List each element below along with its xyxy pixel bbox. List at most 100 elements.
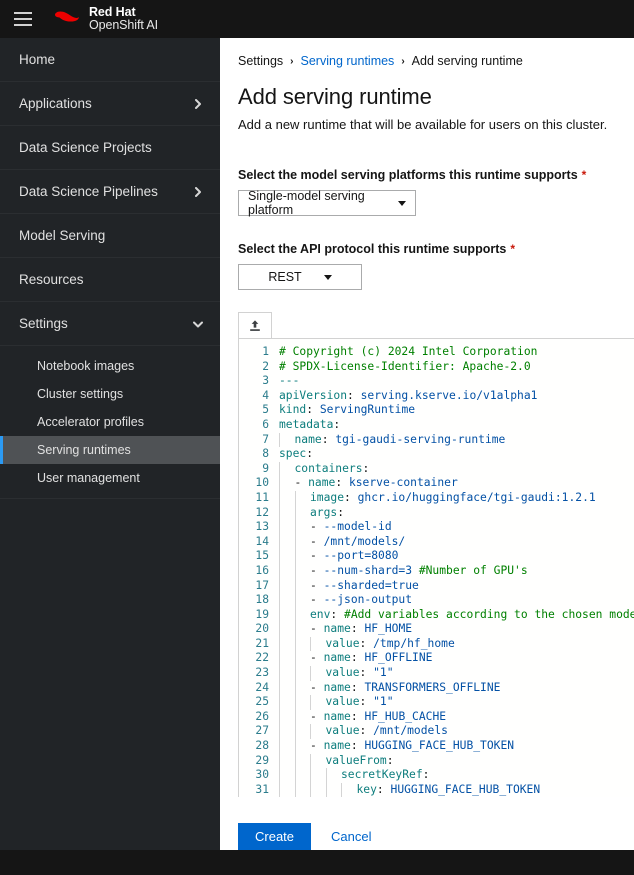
indent-guides [279,535,310,550]
code-text: # Copyright (c) 2024 Intel Corporation [279,345,634,360]
line-number: 3 [239,374,279,389]
sidebar-item-notebook-images[interactable]: Notebook images [0,352,220,380]
create-button[interactable]: Create [238,823,311,850]
indent-guides [279,710,310,725]
page-subtitle: Add a new runtime that will be available… [238,117,634,132]
code-line: 29valueFrom: [239,754,634,769]
sidebar-item-user-management[interactable]: User management [0,464,220,492]
code-line: 2# SPDX-License-Identifier: Apache-2.0 [239,360,634,375]
indent-guides [279,549,310,564]
code-text: name: tgi-gaudi-serving-runtime [295,433,634,448]
sidebar-item-serving-runtimes[interactable]: Serving runtimes [0,436,220,464]
brand-logo[interactable]: Red Hat OpenShift AI [52,6,158,32]
sidebar: Home Applications Data Science Projects … [0,38,220,850]
brand-text: Red Hat OpenShift AI [89,6,158,32]
line-number: 17 [239,579,279,594]
code-text: - --port=8080 [310,549,634,564]
sidebar-item-cluster-settings[interactable]: Cluster settings [0,380,220,408]
code-text: containers: [295,462,634,477]
sidebar-subitem-label: Notebook images [37,359,134,373]
code-text: apiVersion: serving.kserve.io/v1alpha1 [279,389,634,404]
sidebar-item-home[interactable]: Home [0,38,220,82]
sidebar-item-settings[interactable]: Settings [0,302,220,346]
code-line: 26- name: HF_HUB_CACHE [239,710,634,725]
code-text: - name: HF_OFFLINE [310,651,634,666]
code-line: 22- name: HF_OFFLINE [239,651,634,666]
line-number: 27 [239,724,279,739]
sidebar-item-data-science-pipelines[interactable]: Data Science Pipelines [0,170,220,214]
code-area[interactable]: 1# Copyright (c) 2024 Intel Corporation2… [239,339,634,797]
code-line: 13- --model-id [239,520,634,535]
sidebar-item-label: Model Serving [19,228,204,243]
code-text: key: HUGGING_FACE_HUB_TOKEN [357,783,634,797]
indent-guides [279,520,310,535]
code-line: 20 - name: HF_HOME [239,622,634,637]
main-content: Settings › Serving runtimes › Add servin… [220,38,634,850]
line-number: 30 [239,768,279,783]
indent-guides [279,651,310,666]
editor-frame[interactable]: 1# Copyright (c) 2024 Intel Corporation2… [238,338,634,797]
sidebar-filler [0,499,220,850]
line-number: 15 [239,549,279,564]
sidebar-item-resources[interactable]: Resources [0,258,220,302]
code-text: - --num-shard=3 #Number of GPU's [310,564,634,579]
code-text: - --json-output [310,593,634,608]
breadcrumb-item-serving-runtimes[interactable]: Serving runtimes [301,54,395,68]
sidebar-subitem-label: Accelerator profiles [37,415,144,429]
sidebar-subitem-label: Serving runtimes [37,443,131,457]
chevron-right-icon [192,186,204,198]
indent-guides [279,593,310,608]
line-number: 1 [239,345,279,360]
indent-guides [279,622,310,637]
body-row: Home Applications Data Science Projects … [0,38,634,850]
platform-select-value: Single-model serving platform [248,189,376,217]
required-marker: * [582,168,587,182]
code-line: 10- name: kserve-container [239,476,634,491]
sidebar-item-model-serving[interactable]: Model Serving [0,214,220,258]
code-line: 18- --json-output [239,593,634,608]
breadcrumb: Settings › Serving runtimes › Add servin… [238,54,634,68]
brand-line-2: OpenShift AI [89,19,158,32]
line-number: 25 [239,695,279,710]
sidebar-item-data-science-projects[interactable]: Data Science Projects [0,126,220,170]
code-line: 23value: "1" [239,666,634,681]
line-number: 11 [239,491,279,506]
bottom-bar [0,850,634,875]
code-text: secretKeyRef: [341,768,634,783]
sidebar-item-label: Resources [19,272,204,287]
code-line: 21value: /tmp/hf_home [239,637,634,652]
sidebar-subitem-label: Cluster settings [37,387,123,401]
breadcrumb-separator: › [290,56,293,67]
chevron-down-icon [398,201,406,206]
upload-button[interactable] [238,312,272,338]
code-text: - name: kserve-container [295,476,634,491]
platform-field-label: Select the model serving platforms this … [238,168,634,182]
indent-guides [279,739,310,754]
line-number: 9 [239,462,279,477]
cancel-button[interactable]: Cancel [327,823,375,850]
line-number: 20 [239,622,279,637]
chevron-down-icon [324,275,332,280]
line-number: 5 [239,403,279,418]
indent-guides [279,695,326,710]
hamburger-icon[interactable] [14,12,32,26]
code-line: 27 value: /mnt/models [239,724,634,739]
line-number: 6 [239,418,279,433]
breadcrumb-separator: › [401,56,404,67]
indent-guides [279,579,310,594]
indent-guides [279,681,310,696]
protocol-select[interactable]: REST [238,264,362,290]
code-line: 4apiVersion: serving.kserve.io/v1alpha1 [239,389,634,404]
sidebar-item-accelerator-profiles[interactable]: Accelerator profiles [0,408,220,436]
line-number: 14 [239,535,279,550]
code-line: 31key: HUGGING_FACE_HUB_TOKEN [239,783,634,797]
code-text: - name: HF_HOME [310,622,634,637]
code-line: 12args: [239,506,634,521]
sidebar-item-label: Data Science Projects [19,140,204,155]
sidebar-item-label: Applications [19,96,192,111]
sidebar-settings-submenu: Notebook images Cluster settings Acceler… [0,346,220,499]
code-text: value: /mnt/models [326,724,634,739]
form-actions: Create Cancel [220,797,634,850]
sidebar-item-applications[interactable]: Applications [0,82,220,126]
platform-select[interactable]: Single-model serving platform [238,190,416,216]
